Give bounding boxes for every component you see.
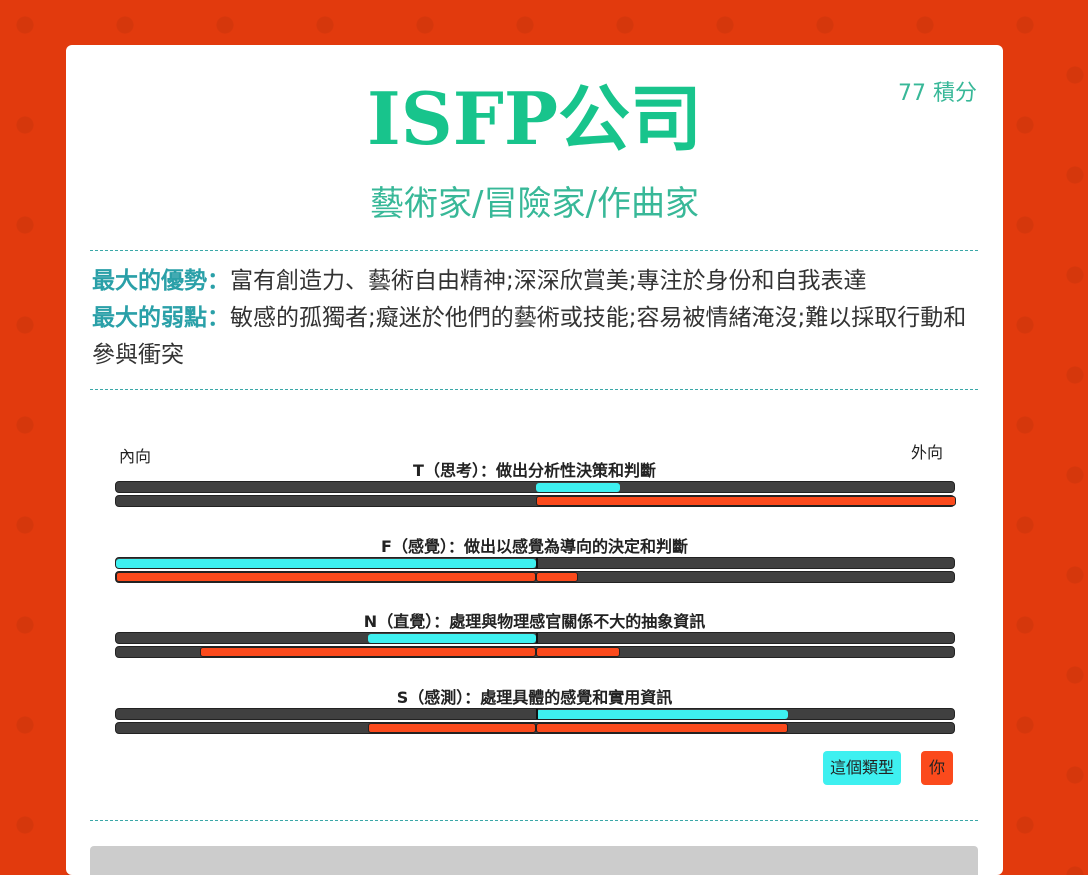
you-bar xyxy=(368,723,536,733)
bottom-panel xyxy=(90,846,978,875)
dimension-label: F（感覺）：做出以感覺為導向的決定和判斷 xyxy=(381,537,688,556)
type-bar xyxy=(368,634,536,643)
center-marker xyxy=(536,558,538,568)
strength-text: 富有創造力、藝術自由精神;深深欣賞美;專注於身份和自我表達 xyxy=(230,268,867,294)
you-bar xyxy=(200,647,536,657)
divider-top xyxy=(90,250,978,251)
you-bar-right xyxy=(536,572,578,582)
weakness-line: 最大的弱點：敏感的孤獨者;癡迷於他們的藝術或技能;容易被情緒淹沒;難以採取行動和… xyxy=(92,300,972,374)
divider-bottom xyxy=(90,820,978,821)
type-track xyxy=(115,481,955,493)
traits-section: 最大的優勢：富有創造力、藝術自由精神;深深欣賞美;專注於身份和自我表達 最大的弱… xyxy=(92,263,972,374)
you-track xyxy=(115,571,955,583)
you-track xyxy=(115,722,955,734)
strength-line: 最大的優勢：富有創造力、藝術自由精神;深深欣賞美;專注於身份和自我表達 xyxy=(92,263,972,300)
page-subtitle: 藝術家/冒險家/作曲家 xyxy=(370,184,699,224)
dimension-label: N（直覺）：處理與物理感官關係不大的抽象資訊 xyxy=(363,612,706,631)
you-bar xyxy=(536,496,956,506)
personality-chart: 內向 外向 T（思考）：做出分析性決策和判斷 F（感覺）：做出以感覺為導向的決定和… xyxy=(66,425,1003,795)
strength-label: 最大的優勢： xyxy=(92,268,230,294)
divider-middle xyxy=(90,389,978,390)
you-bar-right xyxy=(536,723,788,733)
type-track xyxy=(115,557,955,569)
result-card: 77 積分 ISFP公司 藝術家/冒險家/作曲家 最大的優勢：富有創造力、藝術自… xyxy=(66,45,1003,875)
legend-you: 你 xyxy=(921,751,953,785)
type-track xyxy=(115,632,955,644)
legend-this-type: 這個類型 xyxy=(823,751,902,785)
you-bar-right xyxy=(536,647,620,657)
weakness-label: 最大的弱點： xyxy=(92,305,230,331)
center-marker xyxy=(536,633,538,643)
type-bar xyxy=(536,483,620,492)
center-marker xyxy=(536,709,538,719)
page-title: ISFP公司 xyxy=(367,76,702,161)
dimension-label: S（感測）：處理具體的感覺和實用資訊 xyxy=(396,688,673,707)
dimension-label: T（思考）：做出分析性決策和判斷 xyxy=(413,461,656,480)
you-track xyxy=(115,646,955,658)
you-track xyxy=(115,495,956,507)
type-bar xyxy=(116,559,536,568)
type-track xyxy=(115,708,955,720)
type-bar xyxy=(536,710,788,719)
you-bar xyxy=(116,572,536,582)
